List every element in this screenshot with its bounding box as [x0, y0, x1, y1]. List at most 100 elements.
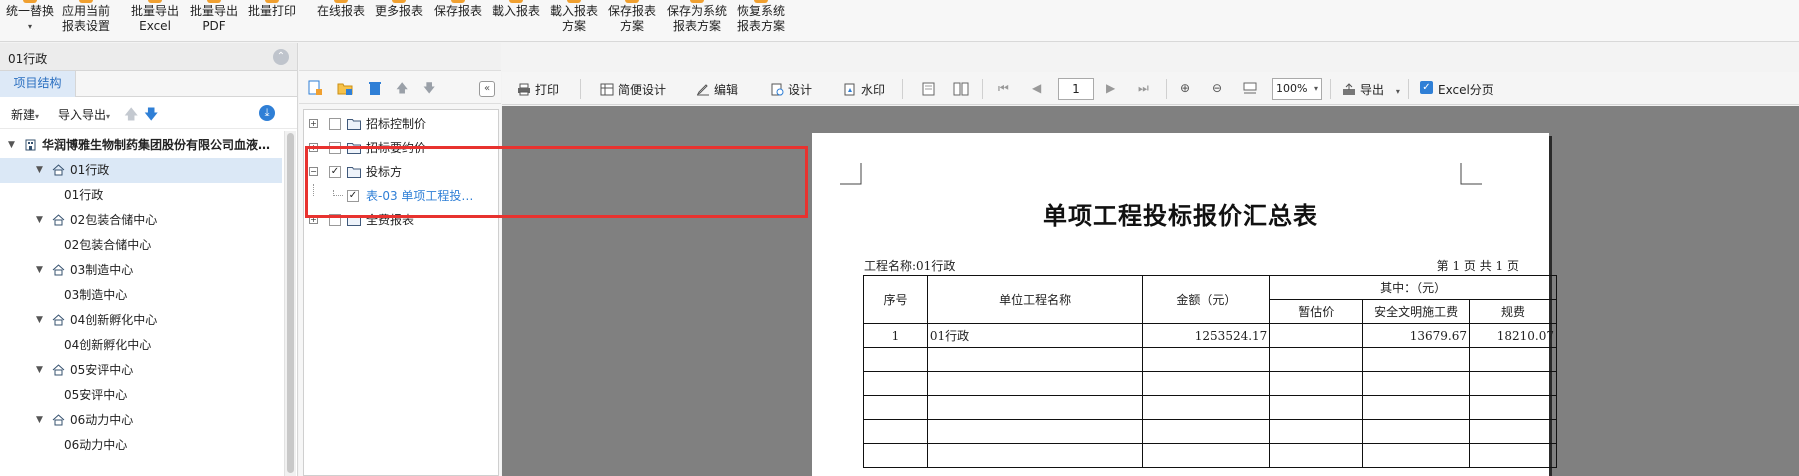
new-folder-icon[interactable]	[337, 80, 353, 96]
tree-leaf[interactable]: 06动力中心	[0, 433, 282, 458]
save-report-button[interactable]: 保存报表	[434, 0, 482, 19]
tree-label: 03制造中心	[64, 288, 128, 302]
export-dropdown[interactable]: 导出 ▾	[1342, 81, 1400, 98]
tree-label: 01行政	[70, 163, 110, 177]
double-chevron-up-icon[interactable]: ⌃	[273, 49, 289, 65]
expand-toggle-icon[interactable]: ▼	[8, 133, 15, 158]
folder-icon	[347, 119, 361, 130]
simple-design-button[interactable]: 简便设计	[600, 81, 666, 98]
report-group-bid-control[interactable]: + 招标控制价	[304, 112, 498, 136]
expand-toggle-icon[interactable]: ▼	[36, 358, 43, 383]
panel-title: 01行政	[8, 52, 48, 66]
tree-label: 05安评中心	[64, 388, 128, 402]
expand-toggle-icon[interactable]: ▼	[36, 258, 43, 283]
excel-paging-label: Excel分页	[1438, 83, 1494, 97]
delete-icon[interactable]	[367, 80, 383, 96]
move-down-icon[interactable]: 🡇	[423, 79, 439, 95]
save-system-scheme-button[interactable]: 保存为系统 报表方案	[667, 0, 727, 34]
page-number-input[interactable]: 1	[1058, 78, 1094, 100]
tree-node[interactable]: ▼ 01行政	[0, 158, 282, 183]
home-icon	[52, 164, 65, 176]
apply-current-settings-button[interactable]: 应用当前 报表设置	[62, 0, 110, 34]
printer-icon	[518, 83, 530, 96]
expand-toggle-icon[interactable]: ▼	[36, 208, 43, 233]
tree-label: 06动力中心	[70, 413, 134, 427]
watermark-button[interactable]: 水印	[843, 81, 885, 98]
expand-toggle-icon[interactable]: ▼	[36, 408, 43, 433]
online-report-button[interactable]: 在线报表	[317, 0, 365, 19]
tree-root[interactable]: ▼ 华润博雅生物制药集团股份有限公司血液…	[0, 133, 282, 158]
header-provisional: 暂估价	[1269, 299, 1364, 324]
move-down-icon[interactable]: 🡇	[144, 104, 158, 128]
edit-icon	[696, 84, 709, 96]
ribbon-toolbar: 统一替换 ▾ 应用当前 报表设置 批量导出 Excel 批量导出 PDF 批量打印 在线…	[0, 0, 1799, 42]
expand-toggle-icon[interactable]: ▼	[36, 308, 43, 333]
zoom-select[interactable]: 100% ▾	[1272, 78, 1322, 100]
prev-page-icon[interactable]: ◀	[1032, 81, 1041, 95]
new-dropdown[interactable]: 新建▾	[11, 106, 39, 123]
design-icon	[771, 83, 784, 96]
header-among: 其中：（元）	[1269, 275, 1557, 300]
tree-node[interactable]: ▼ 05安评中心	[0, 358, 282, 383]
restore-system-scheme-button[interactable]: 恢复系统 报表方案	[737, 0, 785, 34]
report-list-panel: 🡅 🡇 « + 招标控制价 + 招标要约价 − ✓ 投标方 ✓ 表-03 单项工…	[299, 43, 501, 476]
tree-leaf[interactable]: 05安评中心	[0, 383, 282, 408]
tree-leaf[interactable]: 02包装合储中心	[0, 233, 282, 258]
move-up-icon[interactable]: 🡅	[124, 104, 138, 128]
expand-toggle-icon[interactable]: ▼	[36, 158, 43, 183]
tab-project-structure[interactable]: 项目结构	[0, 71, 76, 97]
tree-node[interactable]: ▼ 03制造中心	[0, 258, 282, 283]
report-list-toolbar: 🡅 🡇 «	[299, 72, 501, 104]
new-report-icon[interactable]	[307, 80, 323, 96]
table-row-empty	[863, 443, 1557, 468]
fit-width-icon[interactable]	[1243, 82, 1257, 96]
batch-export-excel-button[interactable]: 批量导出 Excel	[131, 0, 179, 34]
batch-print-button[interactable]: 批量打印	[248, 0, 296, 19]
tree-leaf[interactable]: 03制造中心	[0, 283, 282, 308]
tree-leaf[interactable]: 01行政	[0, 183, 282, 208]
design-button[interactable]: 设计	[770, 81, 812, 98]
home-icon	[52, 414, 65, 426]
home-icon	[52, 214, 65, 226]
last-page-icon[interactable]: ⏭	[1138, 81, 1149, 96]
project-tree: ▼ 华润博雅生物制药集团股份有限公司血液… ▼ 01行政 01行政 ▼ 02包装合储中心 02…	[0, 131, 282, 476]
unify-replace-button[interactable]: 统一替换 ▾	[6, 0, 54, 34]
tree-node[interactable]: ▼ 06动力中心	[0, 408, 282, 433]
header-fees: 规费	[1469, 299, 1557, 324]
panel-header: 01行政 ⌃	[0, 43, 297, 71]
zoom-in-icon[interactable]: ⊕	[1180, 81, 1190, 95]
next-page-icon[interactable]: ▶	[1106, 81, 1115, 95]
excel-paging-checkbox[interactable]: ✓	[1420, 81, 1433, 94]
batch-export-pdf-button[interactable]: 批量导出 PDF	[190, 0, 238, 34]
collapse-panel-icon[interactable]: «	[479, 81, 495, 97]
home-icon	[52, 264, 65, 276]
load-report-button[interactable]: 載入报表	[492, 0, 540, 19]
table-row-empty	[863, 347, 1557, 372]
tree-node[interactable]: ▼ 04创新孵化中心	[0, 308, 282, 333]
report-title: 单项工程投标报价汇总表	[1043, 201, 1318, 230]
import-export-dropdown[interactable]: 导入导出▾	[58, 106, 110, 123]
save-report-scheme-button[interactable]: 保存报表 方案	[608, 0, 656, 34]
download-icon[interactable]: ⤓	[259, 105, 275, 121]
tree-label: 04创新孵化中心	[64, 338, 152, 352]
header-amount: 金额（元）	[1142, 275, 1271, 324]
zoom-out-icon[interactable]: ⊖	[1212, 81, 1222, 95]
watermark-icon	[844, 83, 855, 96]
print-button[interactable]: 打印	[517, 81, 559, 98]
home-icon	[52, 314, 65, 326]
tree-leaf[interactable]: 04创新孵化中心	[0, 333, 282, 358]
expand-icon[interactable]: +	[309, 119, 318, 128]
more-reports-button[interactable]: 更多报表	[375, 0, 423, 19]
first-page-icon[interactable]: ⏮	[998, 81, 1009, 96]
move-up-icon[interactable]: 🡅	[396, 79, 412, 95]
building-icon	[25, 139, 36, 151]
bid-summary-table: 序号 单位工程名称 金额（元） 其中：（元） 暂估价 安全文明施工费 规费 1 …	[863, 275, 1557, 468]
tree-label: 华润博雅生物制药集团股份有限公司血液…	[42, 138, 271, 152]
tree-node[interactable]: ▼ 02包装合储中心	[0, 208, 282, 233]
tree-scrollbar[interactable]	[284, 131, 296, 476]
double-page-icon[interactable]	[953, 82, 969, 96]
single-page-icon[interactable]	[922, 82, 935, 96]
checkbox[interactable]	[329, 118, 341, 130]
edit-button[interactable]: 编辑	[696, 81, 738, 98]
load-report-scheme-button[interactable]: 載入报表 方案	[550, 0, 598, 34]
